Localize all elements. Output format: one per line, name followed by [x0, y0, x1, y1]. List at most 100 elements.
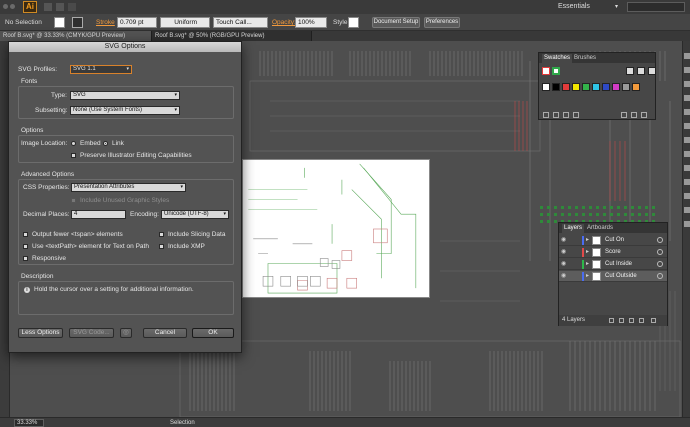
- window-close-button[interactable]: [3, 4, 8, 9]
- cancel-button[interactable]: Cancel: [143, 328, 187, 338]
- gpu-performance-icon[interactable]: [68, 3, 76, 11]
- less-options-button[interactable]: Less Options: [18, 328, 63, 338]
- visibility-eye-icon[interactable]: ◉: [561, 261, 567, 267]
- link-radio[interactable]: [103, 141, 108, 146]
- tab-roof-b-rgb[interactable]: Roof B.svg* @ 50% (RGB/GPU Preview): [152, 31, 312, 41]
- workspace-switcher[interactable]: Essentials ▾: [558, 2, 618, 12]
- swatch-white[interactable]: [542, 83, 550, 91]
- responsive-checkbox[interactable]: [23, 256, 28, 261]
- brushes-panel-icon[interactable]: [684, 81, 690, 87]
- show-swatch-kinds-icon[interactable]: [553, 112, 559, 118]
- fill-swatch[interactable]: [54, 17, 65, 28]
- color-guide-icon[interactable]: [684, 67, 690, 73]
- color-panel-icon[interactable]: [684, 53, 690, 59]
- subsetting-select[interactable]: None (Use System Fonts) ▾: [70, 106, 180, 115]
- color-group-icon[interactable]: [573, 112, 579, 118]
- swatch-registration[interactable]: [552, 67, 560, 75]
- stroke-weight-field[interactable]: 0.709 pt: [117, 17, 157, 28]
- new-color-group-icon[interactable]: [621, 112, 627, 118]
- swatch-orange[interactable]: [632, 83, 640, 91]
- swatch-none[interactable]: [542, 67, 550, 75]
- swatch-options-icon[interactable]: [563, 112, 569, 118]
- svg-code-button[interactable]: SVG Code...: [69, 328, 114, 338]
- brush-definition[interactable]: Touch Call...: [213, 17, 268, 28]
- swatch-gray[interactable]: [622, 83, 630, 91]
- links-panel-icon[interactable]: [684, 221, 690, 227]
- new-swatch-icon[interactable]: [631, 112, 637, 118]
- swatch-yellow[interactable]: [572, 83, 580, 91]
- opacity-field[interactable]: 100%: [295, 17, 327, 28]
- swatch-black[interactable]: [552, 83, 560, 91]
- preferences-button[interactable]: Preferences: [424, 17, 460, 28]
- search-input[interactable]: [627, 2, 685, 12]
- visibility-eye-icon[interactable]: ◉: [561, 273, 567, 279]
- swatch-cyan[interactable]: [592, 83, 600, 91]
- layer-row[interactable]: ◉ ▸ Cut On: [559, 235, 667, 246]
- gradient-panel-icon[interactable]: [684, 137, 690, 143]
- zoom-level-field[interactable]: 33.33%: [14, 419, 44, 427]
- swatch-green[interactable]: [582, 83, 590, 91]
- embed-radio[interactable]: [71, 141, 76, 146]
- layer-target-icon[interactable]: [657, 249, 663, 255]
- include-unused-styles-checkbox[interactable]: [71, 198, 76, 203]
- encoding-select[interactable]: Unicode (UTF-8) ▾: [161, 210, 229, 219]
- font-type-select[interactable]: SVG ▾: [70, 91, 180, 100]
- status-mode[interactable]: Selection: [170, 419, 195, 427]
- tab-artboards[interactable]: Artboards: [585, 224, 615, 233]
- visibility-eye-icon[interactable]: ◉: [561, 237, 567, 243]
- swatch-lib-icon[interactable]: [626, 67, 634, 75]
- bridge-icon[interactable]: [44, 3, 52, 11]
- transform-panel-icon[interactable]: [684, 207, 690, 213]
- layer-row[interactable]: ◉ ▸ Score: [559, 247, 667, 258]
- transparency-panel-icon[interactable]: [684, 151, 690, 157]
- layer-row-selected[interactable]: ◉ ▸ Cut Outside: [559, 271, 667, 282]
- opacity-label[interactable]: Opacity:: [272, 17, 296, 28]
- svg-profiles-select[interactable]: SVG 1.1 ▾: [70, 65, 132, 74]
- new-sublayer-icon[interactable]: [629, 318, 634, 323]
- window-minimize-button[interactable]: [10, 4, 15, 9]
- arrange-documents-icon[interactable]: [56, 3, 64, 11]
- swatch-libraries-icon[interactable]: [543, 112, 549, 118]
- tab-brushes[interactable]: Brushes: [572, 54, 598, 63]
- variable-width-profile[interactable]: Uniform: [160, 17, 210, 28]
- include-xmp-checkbox[interactable]: [159, 244, 164, 249]
- include-slicing-checkbox[interactable]: [159, 232, 164, 237]
- stroke-panel-icon[interactable]: [684, 123, 690, 129]
- web-preview-button[interactable]: ◎: [120, 328, 132, 338]
- visibility-eye-icon[interactable]: ◉: [561, 249, 567, 255]
- decimal-places-input[interactable]: 4: [71, 210, 126, 219]
- expand-arrow-icon[interactable]: ▸: [586, 236, 589, 245]
- expand-arrow-icon[interactable]: ▸: [586, 248, 589, 257]
- layer-target-icon[interactable]: [657, 237, 663, 243]
- layer-row[interactable]: ◉ ▸ Cut Inside: [559, 259, 667, 270]
- stroke-label[interactable]: Stroke: [96, 17, 115, 28]
- layer-target-icon[interactable]: [657, 273, 663, 279]
- graphic-style-swatch[interactable]: [348, 17, 359, 28]
- appearance-panel-icon[interactable]: [684, 165, 690, 171]
- layer-target-icon[interactable]: [657, 261, 663, 267]
- expand-arrow-icon[interactable]: ▸: [586, 272, 589, 281]
- new-layer-icon[interactable]: [639, 318, 644, 323]
- swatch-view-icon[interactable]: [637, 67, 645, 75]
- swatch-magenta[interactable]: [612, 83, 620, 91]
- tab-layers[interactable]: Layers: [562, 224, 585, 233]
- symbols-panel-icon[interactable]: [684, 95, 690, 101]
- css-properties-select[interactable]: Presentation Attributes ▾: [71, 183, 186, 192]
- clipping-mask-icon[interactable]: [619, 318, 624, 323]
- expand-arrow-icon[interactable]: ▸: [586, 260, 589, 269]
- ok-button[interactable]: OK: [192, 328, 234, 338]
- swatch-blue[interactable]: [602, 83, 610, 91]
- delete-swatch-icon[interactable]: [641, 112, 647, 118]
- output-fewer-tspan-checkbox[interactable]: [23, 232, 28, 237]
- delete-layer-icon[interactable]: [651, 318, 656, 323]
- use-textpath-checkbox[interactable]: [23, 244, 28, 249]
- locate-object-icon[interactable]: [609, 318, 614, 323]
- stroke-swatch[interactable]: [72, 17, 83, 28]
- document-setup-button[interactable]: Document Setup: [372, 17, 420, 28]
- swatch-options-icon[interactable]: [648, 67, 656, 75]
- graphic-styles-icon[interactable]: [684, 109, 690, 115]
- tab-swatches[interactable]: Swatches: [542, 54, 573, 63]
- pathfinder-panel-icon[interactable]: [684, 193, 690, 199]
- align-panel-icon[interactable]: [684, 179, 690, 185]
- tab-roof-b-cmyk[interactable]: Roof B.svg* @ 33.33% (CMYK/GPU Preview): [0, 31, 152, 41]
